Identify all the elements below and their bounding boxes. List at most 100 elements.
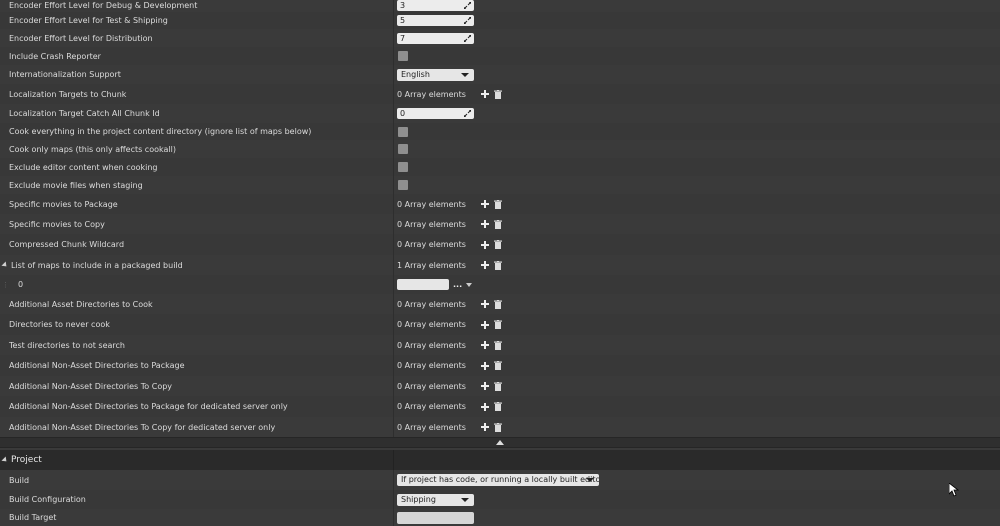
cook-everything-checkbox[interactable]	[398, 126, 408, 137]
row-encoder-test: Encoder Effort Level for Test & Shipping…	[0, 12, 1000, 29]
label-cook-only-maps: Cook only maps (this only affects cookal…	[0, 140, 394, 158]
trash-icon[interactable]	[493, 361, 503, 371]
row-loc-targets: Localization Targets to Chunk 0 Array el…	[0, 84, 1000, 104]
encoder-test-input[interactable]: 5	[397, 15, 474, 26]
label-loc-targets: Localization Targets to Chunk	[0, 84, 394, 104]
row-maps-list: List of maps to include in a packaged bu…	[0, 255, 1000, 275]
array-count: 0 Array elements	[397, 381, 466, 391]
build-target-input[interactable]	[397, 511, 474, 524]
row-chunk-wildcard: Compressed Chunk Wildcard 0 Array elemen…	[0, 234, 1000, 255]
chevron-up-icon	[496, 440, 504, 445]
add-icon[interactable]	[480, 240, 490, 250]
section-title: Project	[11, 455, 42, 465]
row-nonasset-copy: Additional Non-Asset Directories To Copy…	[0, 376, 1000, 396]
trash-icon[interactable]	[493, 240, 503, 250]
label-encoder-test: Encoder Effort Level for Test & Shipping	[0, 12, 394, 29]
row-nonasset-package: Additional Non-Asset Directories to Pack…	[0, 355, 1000, 376]
row-loc-catchall: Localization Target Catch All Chunk Id 0	[0, 104, 1000, 123]
trash-icon[interactable]	[493, 422, 503, 432]
label-exclude-editor: Exclude editor content when cooking	[0, 158, 394, 176]
drag-handle-icon[interactable]: ⋮	[2, 281, 9, 289]
label-dirs-never-cook: Directories to never cook	[0, 314, 394, 335]
row-maps-item-0: ⋮ 0 ...	[0, 275, 1000, 294]
label-encoder-dist: Encoder Effort Level for Distribution	[0, 29, 394, 47]
advanced-collapse-bar[interactable]	[0, 437, 1000, 448]
add-icon[interactable]	[480, 422, 490, 432]
row-build-config: Build Configuration Shipping	[0, 490, 1000, 509]
row-encoder-dist: Encoder Effort Level for Distribution 7	[0, 29, 1000, 47]
browse-ellipsis-button[interactable]: ...	[453, 280, 462, 289]
label-build-target: Build Target	[0, 509, 394, 526]
encoder-debug-input[interactable]: 3	[397, 0, 474, 11]
label-nonasset-copy: Additional Non-Asset Directories To Copy	[0, 376, 394, 396]
row-dirs-never-cook: Directories to never cook 0 Array elemen…	[0, 314, 1000, 335]
cook-only-maps-checkbox[interactable]	[398, 144, 408, 154]
row-cook-everything: Cook everything in the project content d…	[0, 123, 1000, 140]
trash-icon[interactable]	[493, 381, 503, 391]
expand-arrow-icon	[1, 456, 9, 464]
add-icon[interactable]	[480, 340, 490, 350]
label-crash-reporter: Include Crash Reporter	[0, 47, 394, 65]
map-asset-input[interactable]	[397, 279, 449, 290]
row-exclude-movies: Exclude movie files when staging	[0, 176, 1000, 194]
add-icon[interactable]	[480, 260, 490, 270]
row-i18n: Internationalization Support English	[0, 65, 1000, 84]
label-exclude-movies: Exclude movie files when staging	[0, 176, 394, 194]
loc-catchall-input[interactable]: 0	[397, 108, 474, 119]
add-icon[interactable]	[480, 89, 490, 99]
add-icon[interactable]	[480, 219, 490, 229]
chevron-down-icon	[461, 72, 469, 77]
array-count: 0 Array elements	[397, 199, 466, 209]
row-build: Build If project has code, or running a …	[0, 470, 1000, 490]
array-count: 0 Array elements	[397, 320, 466, 329]
add-icon[interactable]	[480, 361, 490, 371]
exclude-editor-checkbox[interactable]	[398, 162, 408, 172]
row-encoder-debug: Encoder Effort Level for Debug & Develop…	[0, 0, 1000, 12]
trash-icon[interactable]	[493, 89, 503, 99]
spin-arrows-icon	[464, 1, 471, 9]
i18n-dropdown[interactable]: English	[397, 68, 474, 81]
section-header-project[interactable]: Project	[0, 450, 1000, 470]
trash-icon[interactable]	[493, 402, 503, 412]
trash-icon[interactable]	[493, 260, 503, 270]
label-maps-list: List of maps to include in a packaged bu…	[11, 260, 183, 270]
add-icon[interactable]	[480, 299, 490, 309]
add-icon[interactable]	[480, 381, 490, 391]
array-count: 0 Array elements	[397, 361, 466, 370]
chevron-down-icon[interactable]	[466, 282, 473, 287]
array-count: 1 Array elements	[397, 260, 466, 270]
add-icon[interactable]	[480, 402, 490, 412]
chevron-down-icon	[461, 497, 469, 502]
chevron-down-icon	[586, 478, 594, 482]
expand-arrow-icon[interactable]	[1, 261, 9, 269]
label-loc-catchall: Localization Target Catch All Chunk Id	[0, 104, 394, 123]
build-config-dropdown[interactable]: Shipping	[397, 493, 474, 506]
trash-icon[interactable]	[493, 199, 503, 209]
encoder-dist-input[interactable]: 7	[397, 32, 474, 44]
label-build-config: Build Configuration	[0, 490, 394, 509]
spin-arrows-icon	[464, 34, 471, 42]
row-cook-only-maps: Cook only maps (this only affects cookal…	[0, 140, 1000, 158]
label-movies-copy: Specific movies to Copy	[0, 214, 394, 234]
label-nonasset-copy-ds: Additional Non-Asset Directories To Copy…	[0, 417, 394, 437]
trash-icon[interactable]	[493, 320, 503, 330]
label-movies-package: Specific movies to Package	[0, 194, 394, 214]
array-count: 0 Array elements	[397, 340, 466, 350]
crash-reporter-checkbox[interactable]	[398, 51, 408, 61]
row-nonasset-copy-ds: Additional Non-Asset Directories To Copy…	[0, 417, 1000, 437]
trash-icon[interactable]	[493, 219, 503, 229]
row-crash-reporter: Include Crash Reporter	[0, 47, 1000, 65]
label-nonasset-package-ds: Additional Non-Asset Directories to Pack…	[0, 396, 394, 417]
trash-icon[interactable]	[493, 299, 503, 309]
exclude-movies-checkbox[interactable]	[398, 180, 408, 190]
spin-arrows-icon	[464, 17, 471, 24]
label-encoder-debug: Encoder Effort Level for Debug & Develop…	[0, 0, 394, 12]
row-nonasset-package-ds: Additional Non-Asset Directories to Pack…	[0, 396, 1000, 417]
add-icon[interactable]	[480, 320, 490, 330]
row-test-dirs: Test directories to not search 0 Array e…	[0, 335, 1000, 355]
row-movies-package: Specific movies to Package 0 Array eleme…	[0, 194, 1000, 214]
build-dropdown[interactable]: If project has code, or running a locall…	[397, 474, 599, 486]
label-chunk-wildcard: Compressed Chunk Wildcard	[0, 234, 394, 255]
add-icon[interactable]	[480, 199, 490, 209]
trash-icon[interactable]	[493, 340, 503, 350]
